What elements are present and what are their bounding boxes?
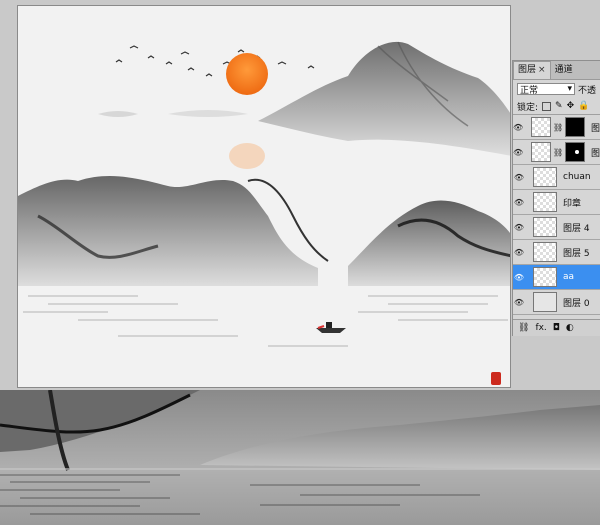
water-reflection (23, 295, 508, 347)
eye-icon[interactable]: 👁 (513, 298, 525, 307)
seal (491, 372, 501, 385)
layer-thumbnail (533, 267, 557, 287)
link-icon: ⛓ (552, 122, 564, 132)
lock-row: 锁定: ✎ ✥ 🔒 (513, 98, 600, 115)
lock-label: 锁定: (517, 102, 539, 113)
layer-name: 图层 0 (563, 298, 590, 309)
lock-all-icon[interactable]: 🔒 (578, 101, 589, 111)
layer-name: 图 (590, 123, 600, 134)
layer-name: 图层 5 (563, 248, 590, 259)
layer-row[interactable]: 👁 ⛓ 图 (513, 115, 600, 140)
eye-icon[interactable]: 👁 (513, 198, 525, 207)
blend-mode-select[interactable]: 正常 ▾ (517, 83, 575, 96)
birds (115, 45, 315, 77)
link-layers-icon[interactable]: ⛓ (518, 323, 529, 333)
lock-brush-icon[interactable]: ✎ (555, 101, 563, 111)
blend-mode-value: 正常 (520, 85, 539, 96)
tab-channels[interactable]: 通道 (551, 62, 577, 79)
zoomed-artwork (0, 390, 600, 525)
layer-thumbnail (533, 192, 557, 212)
ink-landscape-artwork (18, 41, 510, 385)
layer-name: chuan (563, 172, 591, 182)
tab-layers-label: 图层 (518, 65, 537, 75)
layer-name: 图层 4 (563, 223, 590, 234)
panel-tabs: 图层 × 通道 (513, 61, 600, 80)
eye-icon[interactable]: 👁 (513, 123, 523, 132)
panel-footer: ⛓ fx. ◘ ◐ (513, 319, 600, 336)
layer-row-selected[interactable]: 👁 aa (513, 265, 600, 290)
layers-panel: 图层× 通道 正常 ▾ 不透 锁定: ✎ ✥ 🔒 👁 ⛓ 图 👁 ⛓ 图 👁 (512, 60, 600, 336)
add-mask-icon[interactable]: ◘ (553, 323, 560, 333)
eye-icon[interactable]: 👁 (513, 223, 525, 232)
eye-icon[interactable]: 👁 (513, 173, 525, 182)
layer-thumbnail (533, 217, 557, 237)
sun (226, 53, 268, 95)
opacity-label: 不透 (578, 85, 597, 96)
layer-thumbnail (531, 142, 551, 162)
layer-row[interactable]: 👁 图层 5 (513, 240, 600, 265)
eye-icon[interactable]: 👁 (513, 148, 523, 157)
layer-thumbnail (533, 167, 557, 187)
zoomed-preview (0, 390, 600, 525)
lock-transparency-icon[interactable] (542, 101, 552, 111)
layer-row[interactable]: 👁 chuan (513, 165, 600, 190)
eye-icon[interactable]: 👁 (513, 273, 525, 282)
layer-row[interactable]: 👁 图层 4 (513, 215, 600, 240)
layer-mask-thumbnail[interactable] (565, 117, 585, 137)
eye-icon[interactable]: 👁 (513, 248, 525, 257)
layer-thumbnail (533, 242, 557, 262)
upper-mountain (258, 41, 510, 156)
layer-name: 图 (590, 148, 600, 159)
layer-row[interactable]: 👁 图层 0 (513, 290, 600, 315)
fx-icon[interactable]: fx. (535, 323, 546, 333)
link-icon: ⛓ (552, 147, 564, 157)
layer-row[interactable]: 👁 印章 (513, 190, 600, 215)
layer-row[interactable]: 👁 ⛓ 图 (513, 140, 600, 165)
layer-thumbnail (531, 117, 551, 137)
document-canvas[interactable] (17, 5, 511, 388)
lock-move-icon[interactable]: ✥ (567, 101, 575, 111)
tab-layers[interactable]: 图层 × (513, 61, 551, 79)
layer-mask-thumbnail[interactable] (565, 142, 585, 162)
chevron-down-icon: ▾ (567, 84, 572, 94)
layer-name: aa (563, 272, 575, 282)
tab-channels-label: 通道 (554, 65, 573, 75)
layer-name: 印章 (563, 198, 582, 209)
layer-thumbnail (533, 292, 557, 312)
adjustment-icon[interactable]: ◐ (566, 323, 574, 333)
close-icon[interactable]: × (538, 65, 546, 75)
boat (316, 322, 346, 333)
right-mountains (348, 200, 510, 286)
blend-row: 正常 ▾ 不透 (513, 80, 600, 98)
